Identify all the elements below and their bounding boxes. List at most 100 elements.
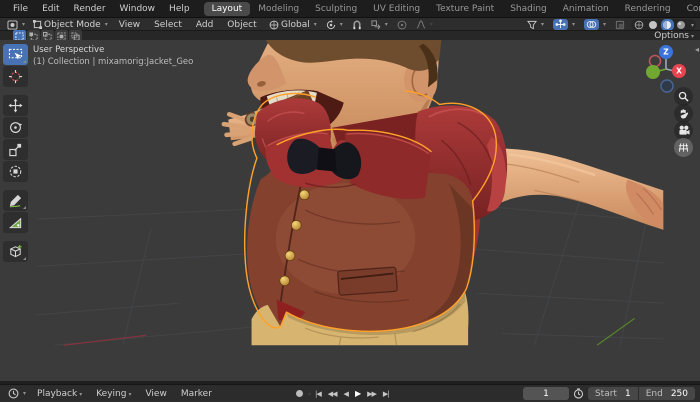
gizmos-toggle[interactable] [550,19,578,30]
gizmo-axis-neg-z [660,79,674,93]
start-frame-field[interactable]: Start 1 [587,387,638,400]
workspace-tabs: Layout Modeling Sculpting UV Editing Tex… [203,1,700,16]
annotate-tool-icon [9,194,22,208]
toolbar [3,44,28,263]
shading-wireframe-button[interactable] [633,19,646,31]
orientation-global-icon [269,20,279,29]
menu-help[interactable]: Help [163,2,196,16]
tool-measure[interactable] [3,212,28,233]
use-preview-range-icon[interactable] [573,388,584,399]
tool-scale[interactable] [3,139,28,160]
tool-rotate[interactable] [3,117,28,138]
keying-label: Keying [96,388,127,399]
magnet-icon [353,20,361,29]
measure-tool-icon [8,217,22,229]
object-mode-icon [33,20,43,29]
gizmo-z-label: Z [663,48,669,57]
wireframe-shading-icon [635,20,644,29]
xray-toggle[interactable] [612,20,628,30]
play-button[interactable]: ▶ [352,388,363,399]
proportional-editing-toggle[interactable] [394,20,410,30]
pivot-point-selector[interactable] [323,19,346,30]
end-frame-field[interactable]: End 250 [638,387,695,400]
auto-keying-record-button[interactable] [296,390,303,397]
editor-type-button[interactable] [4,19,28,30]
jump-to-start-button[interactable]: |◀ [312,389,324,399]
shading-solid-button[interactable] [647,19,660,31]
rendered-shading-icon [677,20,686,29]
tab-texture-paint[interactable]: Texture Paint [428,2,502,16]
material-preview-shading-icon [663,20,672,29]
tool-transform[interactable] [3,161,28,182]
tab-shading[interactable]: Shading [502,2,555,16]
object-type-visibility[interactable] [524,20,547,30]
viewport-3d[interactable]: User Perspective (1) Collection | mixamo… [0,40,700,381]
ortho-grid-icon [678,143,689,152]
filter-funnel-icon [526,20,537,29]
topbar: File Edit Render Window Help Layout Mode… [0,0,700,17]
gizmo-axis-y [646,65,660,79]
tab-sculpting[interactable]: Sculpting [307,2,365,16]
play-reverse-button[interactable]: ◀ [341,389,351,399]
jump-to-end-button[interactable]: ▶| [380,389,392,399]
next-keyframe-button[interactable]: ▶▶ [364,389,379,399]
shading-mode-group [630,18,696,31]
blender-window: File Edit Render Window Help Layout Mode… [0,0,700,402]
keying-set-chevron[interactable] [306,389,311,399]
toggle-perspective-button[interactable] [674,138,693,157]
gizmo-icon [555,19,566,29]
axis-x-line [63,334,147,346]
transform-tool-icon [9,165,22,178]
shading-dropdown-chevron[interactable] [689,20,694,30]
previous-keyframe-button[interactable]: ◀◀ [325,389,340,399]
menu-marker[interactable]: Marker [175,387,218,401]
transform-orientation-selector[interactable]: Global [266,20,320,30]
transport-controls: |◀ ◀◀ ◀ ▶ ▶▶ ▶| [296,388,392,399]
tab-animation[interactable]: Animation [555,2,617,16]
falloff-curve-icon [416,20,426,29]
tab-compositing[interactable]: Compositing [679,2,700,16]
tool-select-box[interactable] [3,44,28,65]
sidebar-toggle-arrow[interactable]: ◂ [695,45,699,54]
menu-render[interactable]: Render [68,2,112,16]
snap-target-selector[interactable] [368,19,391,30]
rotate-tool-icon [10,122,23,133]
tool-move[interactable] [3,95,28,116]
tool-add-cube[interactable] [3,241,28,262]
tool-cursor[interactable] [3,66,28,87]
proportional-editing-icon [397,20,407,29]
mode-label: Object Mode [44,19,101,30]
snap-toggle[interactable] [349,20,365,30]
tab-rendering[interactable]: Rendering [617,2,679,16]
start-frame-label: Start [594,388,617,399]
camera-icon [678,125,689,135]
proportional-falloff-selector[interactable] [413,20,436,29]
gizmo-x-label: X [676,67,682,76]
tab-uv-editing[interactable]: UV Editing [365,2,428,16]
frame-range-group: Start 1 End 250 [587,387,695,400]
editor-3d-viewport-icon [7,19,18,30]
mode-selector[interactable]: Object Mode [30,20,111,30]
hand-icon [680,109,689,119]
overlays-toggle[interactable] [581,19,609,30]
shading-material-preview-button[interactable] [660,18,674,31]
tab-layout[interactable]: Layout [203,1,251,16]
playback-label: Playback [37,388,78,399]
magnifier-icon [678,91,689,102]
menu-window[interactable]: Window [114,2,162,16]
current-frame-field[interactable]: 1 [522,387,569,400]
menu-playback[interactable]: Playback [31,387,88,401]
tool-annotate[interactable] [3,190,28,211]
timeline-bar: Playback Keying View Marker |◀ ◀◀ ◀ ▶ ▶▶… [0,384,700,402]
shading-rendered-button[interactable] [675,19,688,31]
vest-pocket [337,266,398,296]
menu-keying[interactable]: Keying [90,387,137,401]
start-frame-value: 1 [624,388,631,399]
tab-modeling[interactable]: Modeling [250,2,307,16]
menu-edit[interactable]: Edit [36,2,65,16]
menu-file[interactable]: File [7,2,34,16]
menu-timeline-view[interactable]: View [139,387,172,401]
pivot-point-icon [326,19,335,29]
tool-settings-bar: Options [0,30,700,42]
timeline-editor-type-button[interactable] [5,388,29,399]
